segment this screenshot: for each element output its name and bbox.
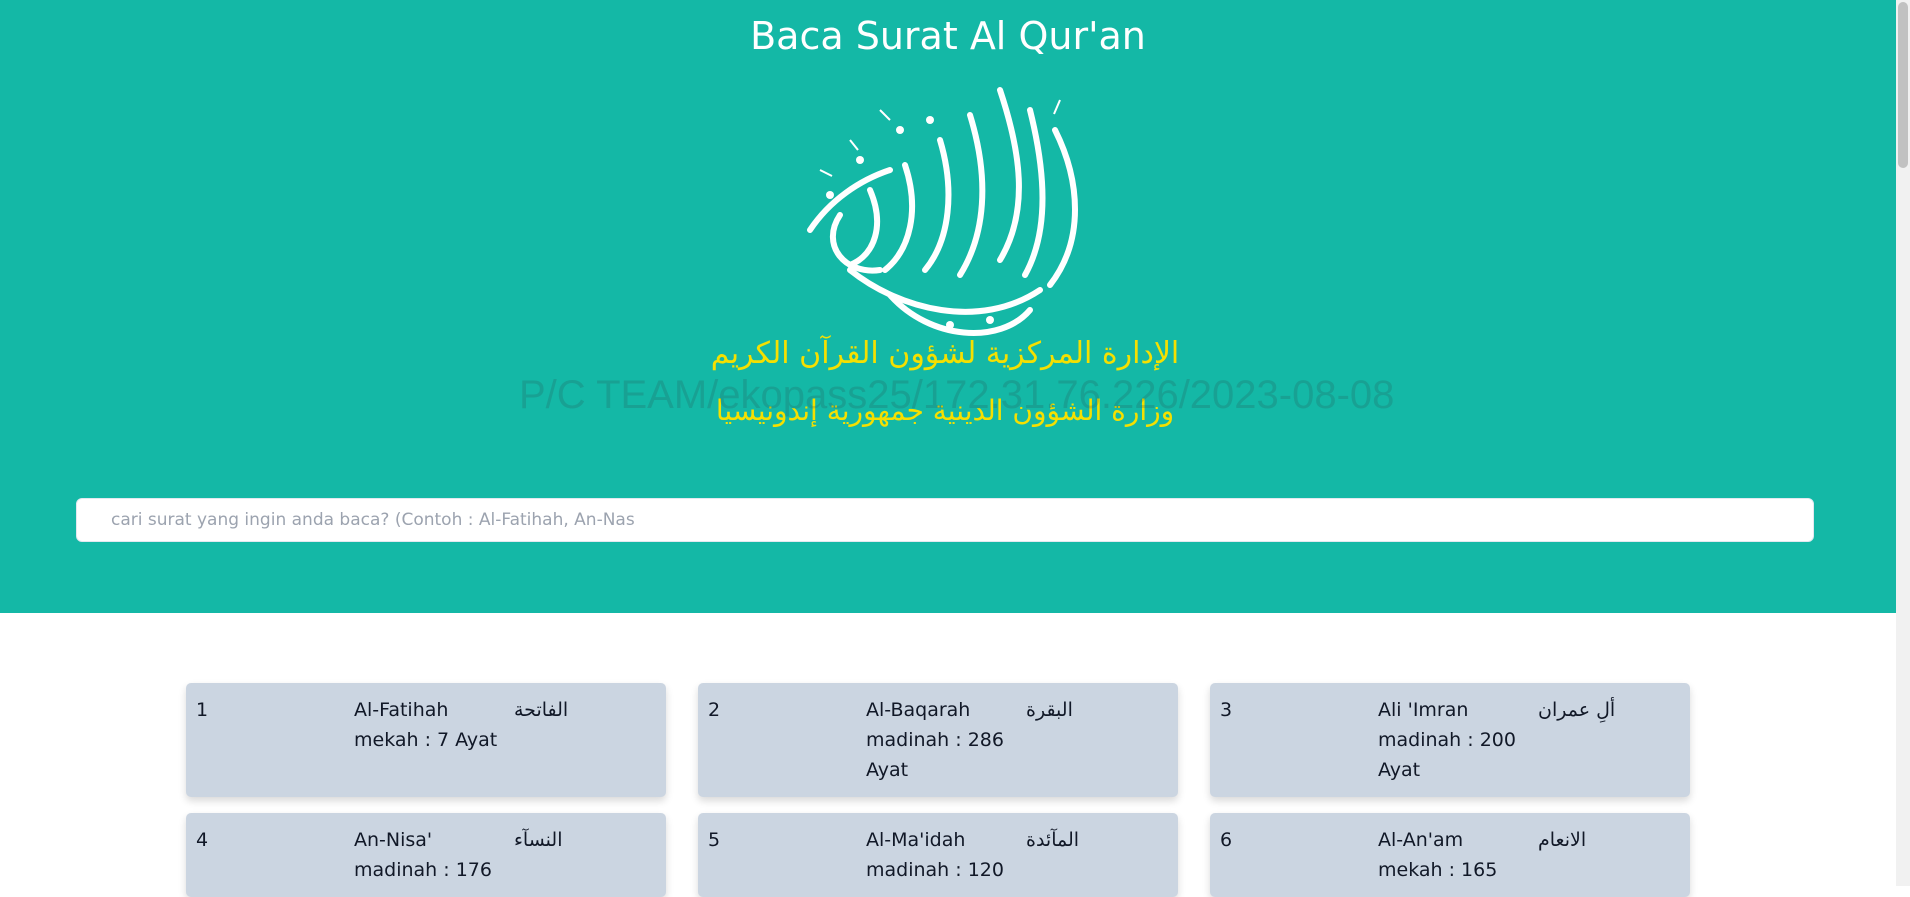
page-title: Baca Surat Al Qur'an — [750, 14, 1146, 58]
surah-name: Ali 'Imran — [1378, 699, 1469, 721]
watermark-text: P/C TEAM/ekopass25/172.31.76.226/2023-08… — [519, 373, 1395, 417]
surah-name: An-Nisa' — [354, 829, 433, 851]
surah-card[interactable]: 6 Al-An'am mekah : 165 الانعام — [1210, 813, 1690, 897]
surah-name: Al-Baqarah — [866, 699, 971, 721]
scrollbar-thumb[interactable] — [1898, 2, 1908, 168]
surah-arabic-name: ألِ عمران — [1538, 699, 1616, 721]
search-input[interactable] — [76, 498, 1814, 542]
surah-name: Al-An'am — [1378, 829, 1464, 851]
surah-number: 5 — [708, 829, 721, 851]
surah-info: madinah : 120 — [866, 859, 1004, 881]
surah-arabic-name: الفاتحة — [514, 699, 569, 721]
surah-info: madinah : 176 — [354, 859, 492, 881]
surah-arabic-name: النسآء — [514, 829, 563, 851]
surah-card[interactable]: 3 Ali 'Imran madinah : 200 Ayat ألِ عمرا… — [1210, 683, 1690, 797]
surah-card[interactable]: 4 An-Nisa' madinah : 176 النسآء — [186, 813, 666, 897]
surah-number: 3 — [1220, 699, 1233, 721]
surah-list: 1 Al-Fatihah mekah : 7 Ayat الفاتحة 2 Al… — [186, 683, 1690, 897]
surah-card[interactable]: 5 Al-Ma'idah madinah : 120 المآئدة — [698, 813, 1178, 897]
logo-line1-text: الإدارة المركزية لشؤون القرآن الكريم — [711, 335, 1180, 371]
hero-header: Baca Surat Al Qur'an الإدارة المركزية لش… — [0, 0, 1896, 613]
vertical-scrollbar[interactable] — [1896, 0, 1910, 886]
surah-info: mekah : 7 Ayat — [354, 729, 498, 751]
surah-arabic-name: الانعام — [1538, 829, 1587, 851]
surah-name: Al-Ma'idah — [866, 829, 966, 851]
surah-arabic-name: المآئدة — [1026, 829, 1080, 851]
surah-card[interactable]: 1 Al-Fatihah mekah : 7 Ayat الفاتحة — [186, 683, 666, 797]
surah-number: 1 — [196, 699, 209, 721]
surah-info: mekah : 165 — [1378, 859, 1498, 881]
surah-arabic-name: البقرة — [1026, 699, 1073, 721]
surah-number: 4 — [196, 829, 209, 851]
surah-info: madinah : 286 Ayat — [866, 729, 1004, 781]
surah-name: Al-Fatihah — [354, 699, 449, 721]
surah-number: 2 — [708, 699, 721, 721]
surah-info: madinah : 200 Ayat — [1378, 729, 1516, 781]
surah-card[interactable]: 2 Al-Baqarah madinah : 286 Ayat البقرة — [698, 683, 1178, 797]
surah-number: 6 — [1220, 829, 1233, 851]
